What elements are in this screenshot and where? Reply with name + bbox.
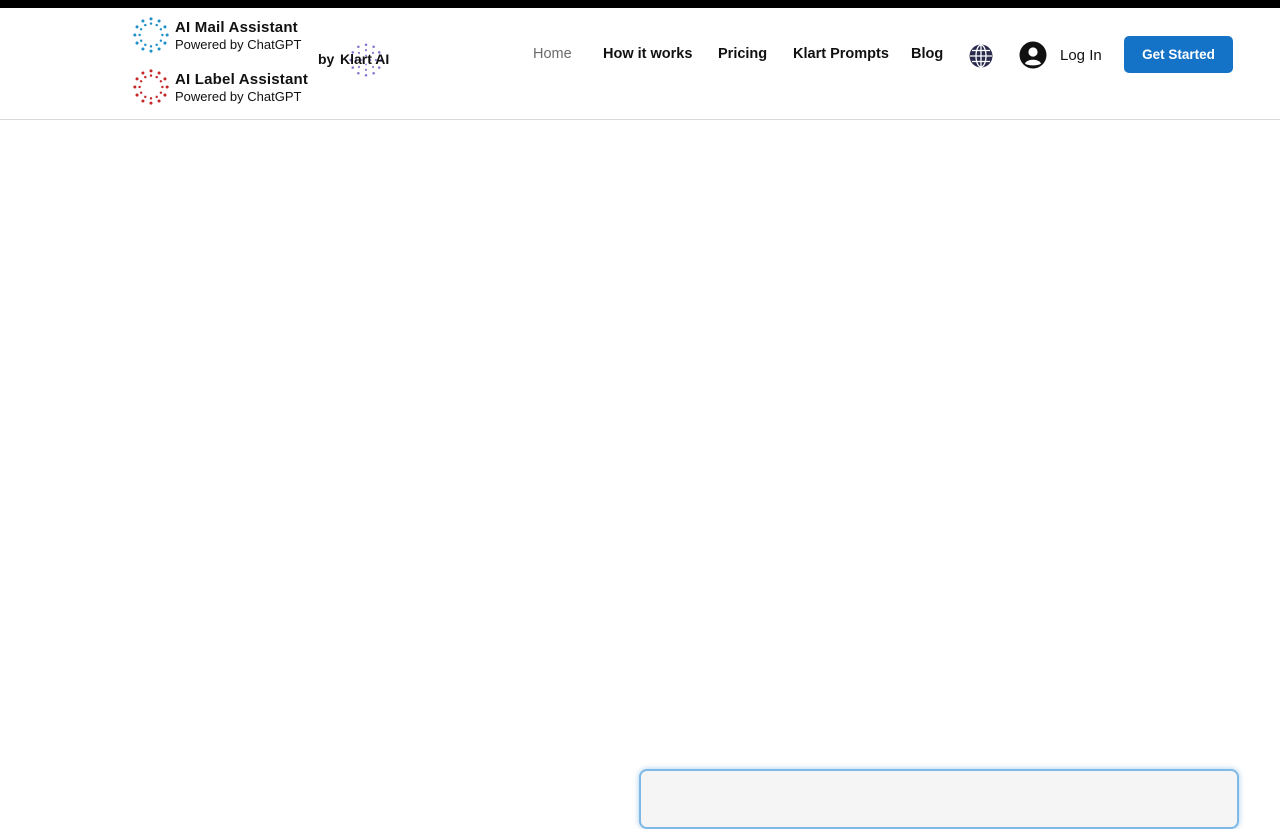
brand-ai-mail-assistant[interactable]: AI Mail Assistant Powered by ChatGPT <box>132 16 301 54</box>
app-preview-card <box>639 769 1239 829</box>
brand-mail-subtitle: Powered by ChatGPT <box>175 36 302 52</box>
brand-mail-title: AI Mail Assistant <box>175 18 298 36</box>
site-header: AI Mail Assistant Powered by ChatGPT AI <box>0 8 1280 120</box>
brand-ai-label-assistant[interactable]: AI Label Assistant Powered by ChatGPT <box>132 68 308 106</box>
user-avatar-icon <box>1019 41 1047 69</box>
dotted-ring-logo-icon <box>133 17 169 53</box>
brand-label-title: AI Label Assistant <box>175 70 309 88</box>
nav-home[interactable]: Home <box>533 46 572 62</box>
nav-klart-prompts[interactable]: Klart Prompts <box>793 46 889 62</box>
get-started-button[interactable]: Get Started <box>1124 36 1233 73</box>
nav-how-it-works[interactable]: How it works <box>603 46 692 62</box>
by-klart-ai-logo[interactable]: by Klart AI <box>318 40 398 80</box>
login-label: Log In <box>1060 46 1102 64</box>
top-black-bar <box>0 0 1280 8</box>
globe-icon[interactable] <box>968 43 994 69</box>
brand-label-subtitle: Powered by ChatGPT <box>175 88 302 104</box>
login-button[interactable]: Log In <box>1019 41 1102 69</box>
hero-area <box>0 120 1280 800</box>
nav-pricing[interactable]: Pricing <box>718 46 767 62</box>
dotted-ring-logo-icon <box>133 69 169 105</box>
company-name: Klart AI <box>340 51 390 67</box>
by-label: by <box>318 51 335 67</box>
nav-blog[interactable]: Blog <box>911 46 943 62</box>
